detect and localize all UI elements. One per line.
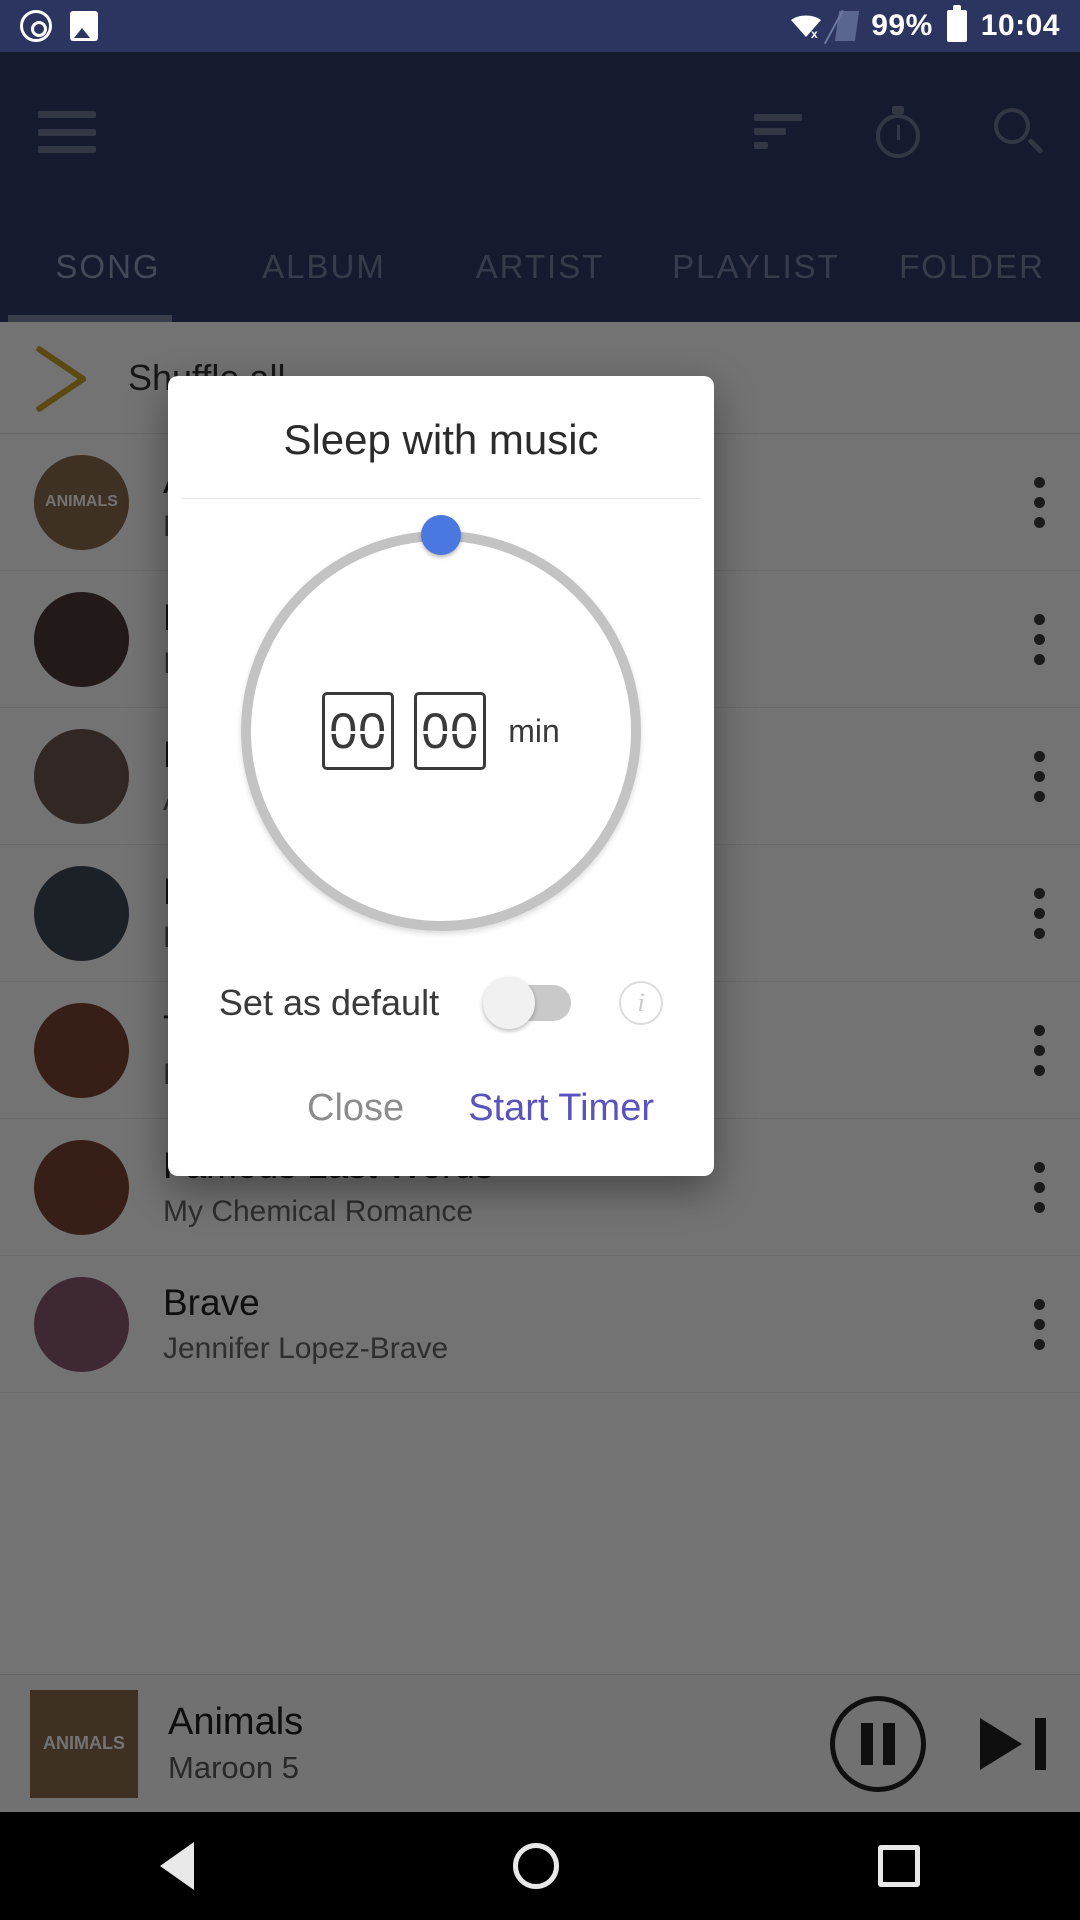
circular-timer-slider[interactable]: 00 00 min	[241, 515, 641, 931]
svg-text:x: x	[811, 27, 818, 39]
status-bar-right-icons: x 99% 10:04	[789, 5, 1060, 43]
disc-icon	[20, 10, 52, 42]
status-bar-left-icons	[20, 10, 98, 42]
sleep-timer-dialog: Sleep with music 00 00 min Set as defaul…	[168, 376, 714, 1176]
android-nav-bar	[0, 1812, 1080, 1920]
set-as-default-toggle[interactable]	[483, 977, 572, 1029]
home-circle-icon[interactable]	[512, 1843, 559, 1889]
wifi-off-icon: x	[789, 13, 823, 41]
timer-digit-right[interactable]: 00	[414, 692, 487, 770]
start-timer-button[interactable]: Start Timer	[468, 1087, 654, 1130]
timer-knob[interactable]	[421, 515, 461, 555]
recents-square-icon[interactable]	[878, 1845, 921, 1887]
timer-unit-label: min	[508, 712, 560, 749]
dialog-title: Sleep with music	[283, 416, 599, 463]
clock-label: 10:04	[980, 9, 1060, 42]
set-as-default-label: Set as default	[218, 982, 440, 1023]
info-icon[interactable]: i	[619, 981, 664, 1025]
battery-icon	[946, 5, 967, 42]
dialog-actions: Close Start Timer	[168, 1043, 714, 1176]
set-as-default-row: Set as default i	[168, 941, 714, 1043]
photo-icon	[70, 11, 98, 41]
timer-value-display: 00 00 min	[241, 692, 641, 770]
close-button[interactable]: Close	[307, 1087, 404, 1130]
status-bar: x 99% 10:04	[0, 0, 1080, 52]
timer-digit-left[interactable]: 00	[322, 692, 395, 770]
dialog-title-divider	[182, 498, 700, 499]
battery-percent-label: 99%	[871, 9, 933, 42]
back-triangle-icon[interactable]	[159, 1842, 194, 1890]
sim-missing-icon	[835, 11, 860, 41]
